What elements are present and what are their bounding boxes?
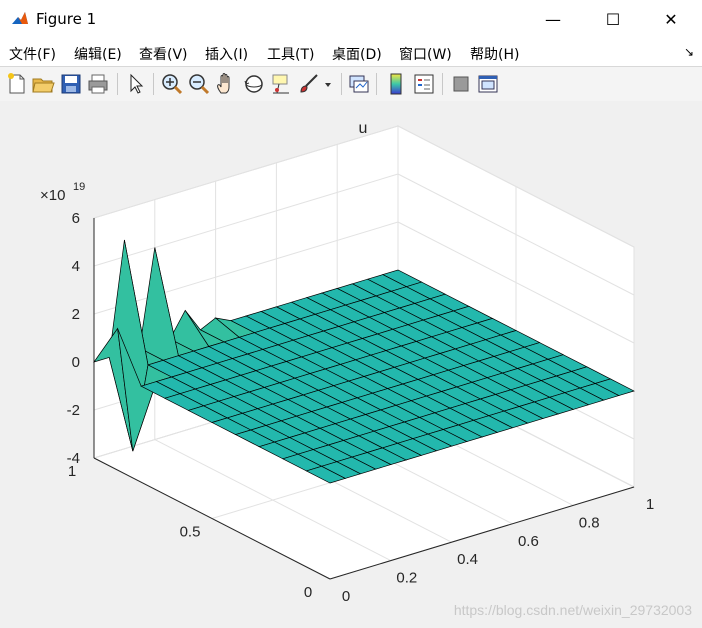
x-tick-label: 0.8 xyxy=(579,514,600,531)
print-icon[interactable] xyxy=(86,72,110,96)
menu-edit[interactable]: 编辑(E) xyxy=(74,44,122,64)
toolbar xyxy=(0,66,702,102)
menu-view[interactable]: 查看(V) xyxy=(139,44,188,64)
menu-window[interactable]: 窗口(W) xyxy=(399,44,452,64)
toolbar-separator xyxy=(117,73,118,95)
title-bar: Figure 1 — ☐ ✕ xyxy=(0,0,702,38)
open-file-icon[interactable] xyxy=(31,72,55,96)
menu-file[interactable]: 文件(F) xyxy=(9,44,56,64)
surface-plot[interactable]: 6420-2-400.20.40.60.8100.51 u ×10 19 xyxy=(0,101,702,628)
x-tick-label: 0.6 xyxy=(518,533,539,550)
exponent-value: 19 xyxy=(73,181,85,193)
insert-colorbar-icon[interactable] xyxy=(384,72,408,96)
show-plot-tools-icon[interactable] xyxy=(476,72,500,96)
chart-title: u xyxy=(359,120,368,137)
select-pointer-icon[interactable] xyxy=(124,72,148,96)
x-tick-label: 0 xyxy=(342,588,350,605)
toolbar-separator xyxy=(442,73,443,95)
link-plot-icon[interactable] xyxy=(347,72,371,96)
maximize-icon: ☐ xyxy=(605,9,621,29)
z-tick-label: 2 xyxy=(72,306,80,323)
hide-plot-tools-icon[interactable] xyxy=(449,72,473,96)
z-tick-label: 4 xyxy=(72,258,80,275)
menu-bar: 文件(F) 编辑(E) 查看(V) 插入(I) 工具(T) 桌面(D) 窗口(W… xyxy=(0,38,702,66)
close-button[interactable]: ✕ xyxy=(648,0,694,38)
menu-help[interactable]: 帮助(H) xyxy=(470,44,519,64)
menu-desktop[interactable]: 桌面(D) xyxy=(332,44,382,64)
rotate-3d-icon[interactable] xyxy=(242,72,266,96)
insert-legend-icon[interactable] xyxy=(412,72,436,96)
save-icon[interactable] xyxy=(59,72,83,96)
z-tick-label: -2 xyxy=(67,402,80,419)
x-tick-label: 0.2 xyxy=(396,570,417,587)
y-tick-label: 0.5 xyxy=(180,524,201,541)
brush-icon[interactable] xyxy=(297,72,321,96)
menu-insert[interactable]: 插入(I) xyxy=(205,44,248,64)
data-cursor-icon[interactable] xyxy=(269,72,293,96)
y-tick-label: 1 xyxy=(68,463,76,480)
z-tick-label: 0 xyxy=(72,354,80,371)
close-icon: ✕ xyxy=(664,9,678,29)
y-tick-label: 0 xyxy=(304,584,312,601)
window-title: Figure 1 xyxy=(36,10,97,28)
menu-overflow-icon[interactable]: ↘ xyxy=(684,45,694,59)
brush-dropdown-icon[interactable] xyxy=(321,72,335,96)
exponent-label: ×10 xyxy=(40,187,65,204)
toolbar-separator xyxy=(376,73,377,95)
zoom-in-icon[interactable] xyxy=(160,72,184,96)
matlab-logo-icon xyxy=(10,9,30,29)
figure-canvas[interactable]: 6 4 2 0 -2 -4 0 0.2 0.4 0.6 0.8 1 0 0.5 1 u ×10 19 htt… xyxy=(0,101,702,628)
x-tick-label: 1 xyxy=(646,496,654,513)
watermark: https://blog.csdn.net/weixin_29732003 xyxy=(453,602,692,618)
maximize-button[interactable]: ☐ xyxy=(590,0,636,38)
menu-tools[interactable]: 工具(T) xyxy=(267,44,314,64)
zoom-out-icon[interactable] xyxy=(187,72,211,96)
minimize-button[interactable]: — xyxy=(530,0,576,38)
toolbar-separator xyxy=(153,73,154,95)
minimize-icon: — xyxy=(545,9,561,29)
z-tick-label: 6 xyxy=(72,210,80,227)
toolbar-separator xyxy=(341,73,342,95)
new-figure-icon[interactable] xyxy=(5,72,29,96)
x-tick-label: 0.4 xyxy=(457,551,478,568)
pan-hand-icon[interactable] xyxy=(214,72,238,96)
